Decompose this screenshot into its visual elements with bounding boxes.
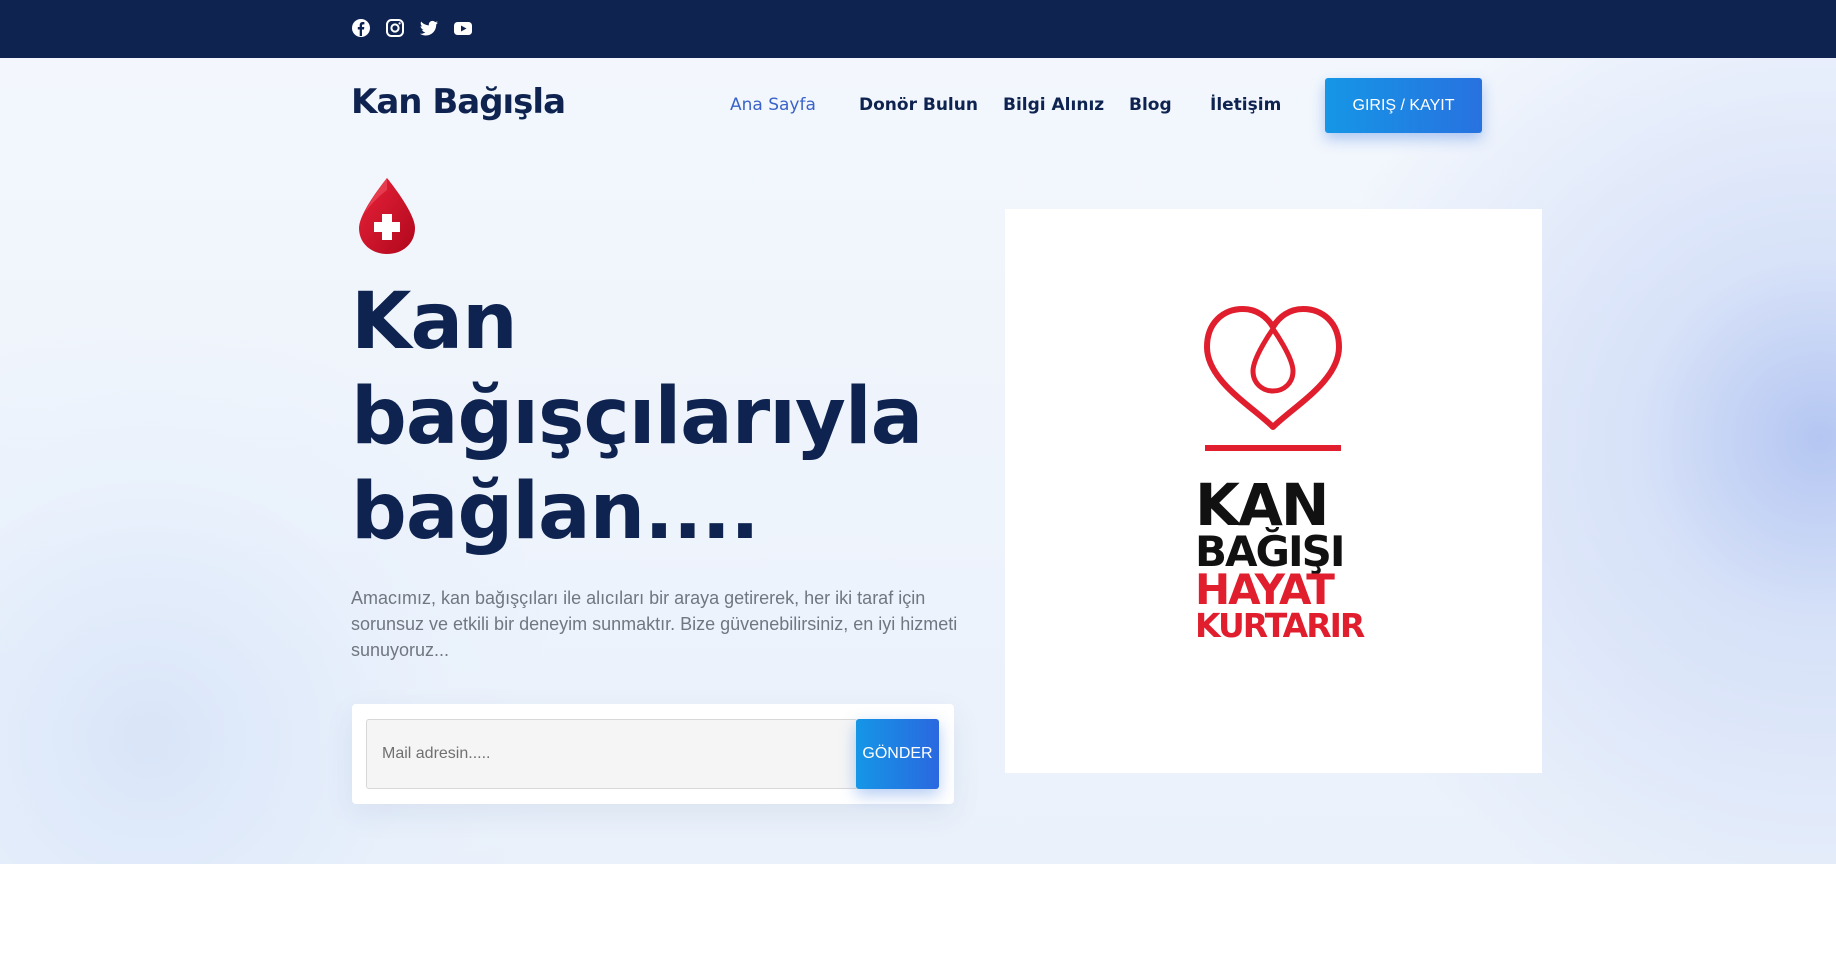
nav-item-home[interactable]: Ana Sayfa — [730, 95, 816, 115]
promo-line-1: KAN — [1195, 471, 1329, 539]
social-links — [351, 18, 473, 38]
hero-headline: Kan bağışçılarıyla bağlan.... — [351, 277, 923, 557]
promo-line-3: HAYAT — [1195, 565, 1335, 614]
blood-drop-cross-icon — [359, 178, 415, 254]
send-button[interactable]: GÖNDER — [856, 719, 939, 789]
instagram-icon[interactable] — [385, 18, 405, 38]
promo-line-4: KURTARIR — [1195, 606, 1365, 645]
nav-item-contact[interactable]: İletişim — [1210, 95, 1281, 115]
email-input[interactable] — [366, 719, 858, 789]
newsletter-form: GÖNDER — [352, 704, 954, 804]
youtube-icon[interactable] — [453, 18, 473, 38]
nav-item-info[interactable]: Bilgi Alınız — [1003, 95, 1104, 115]
promo-slogan: KAN BAĞIŞI HAYAT KURTARIR — [1195, 471, 1365, 645]
twitter-icon[interactable] — [419, 18, 439, 38]
top-bar — [0, 0, 1836, 58]
facebook-icon[interactable] — [351, 18, 371, 38]
hero-description: Amacımız, kan bağışçıları ile alıcıları … — [351, 588, 958, 660]
heart-drop-logo — [1204, 306, 1342, 451]
nav-item-find-donor[interactable]: Donör Bulun — [859, 95, 978, 115]
promo-image: KAN BAĞIŞI HAYAT KURTARIR — [1005, 209, 1542, 773]
nav-item-blog[interactable]: Blog — [1129, 95, 1172, 115]
site-logo[interactable]: Kan Bağışla — [351, 82, 566, 122]
login-register-button[interactable]: GIRIŞ / KAYIT — [1325, 78, 1482, 133]
